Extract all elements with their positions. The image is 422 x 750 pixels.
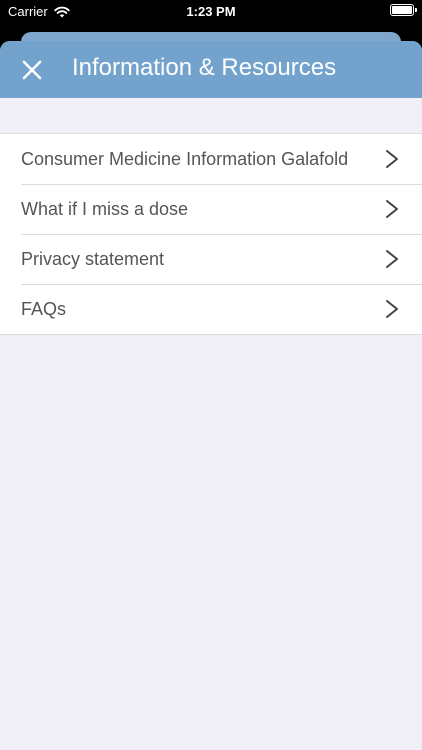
list-item-faqs[interactable]: FAQs xyxy=(0,284,422,334)
battery-icon xyxy=(390,4,417,16)
list-item-missed-dose[interactable]: What if I miss a dose xyxy=(0,184,422,234)
list-item-consumer-medicine-information[interactable]: Consumer Medicine Information Galafold xyxy=(0,134,422,184)
list-item-label: FAQs xyxy=(21,298,67,319)
list-item-privacy-statement[interactable]: Privacy statement xyxy=(0,234,422,284)
resources-list: Consumer Medicine Information Galafold W… xyxy=(0,133,422,335)
chevron-right-icon xyxy=(386,150,398,168)
close-button[interactable] xyxy=(18,56,46,84)
navigation-bar: Information & Resources xyxy=(0,41,422,98)
list-item-label: What if I miss a dose xyxy=(21,198,189,219)
chevron-right-icon xyxy=(386,250,398,268)
modal-sheet: Information & Resources Consumer Medicin… xyxy=(0,41,422,750)
status-right xyxy=(390,4,417,16)
chevron-right-icon xyxy=(386,300,398,318)
chevron-right-icon xyxy=(386,200,398,218)
status-time: 1:23 PM xyxy=(186,4,236,19)
page-title: Information & Resources xyxy=(72,54,337,81)
status-bar: Carrier 1:23 PM xyxy=(0,0,422,24)
close-icon xyxy=(22,60,42,80)
list-item-label: Consumer Medicine Information Galafold xyxy=(21,148,349,169)
list-item-label: Privacy statement xyxy=(21,248,165,269)
